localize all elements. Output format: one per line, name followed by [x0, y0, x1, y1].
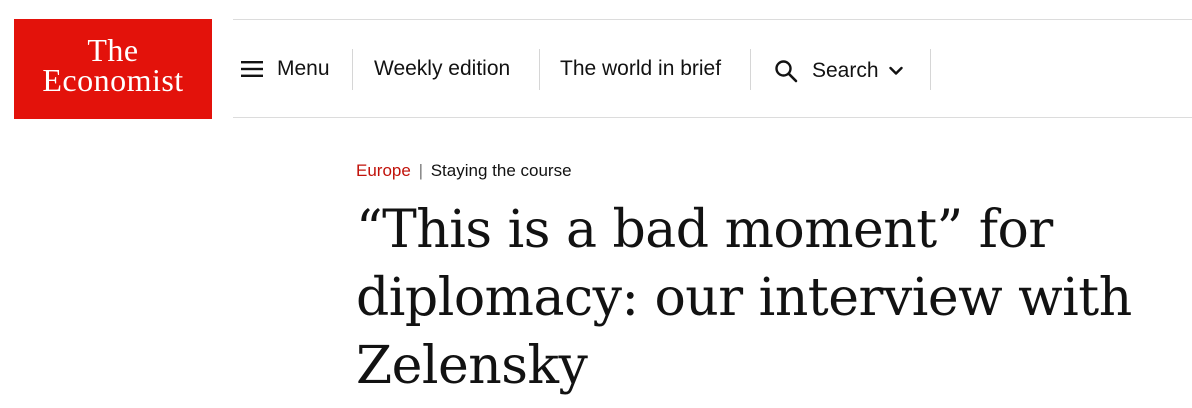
- chevron-down-icon: [888, 66, 903, 75]
- world-in-brief-label: The world in brief: [560, 57, 722, 80]
- weekly-edition-label: Weekly edition: [374, 57, 511, 80]
- logo-line-economist: Economist: [42, 62, 184, 98]
- top-navigation: Menu Weekly edition The world in brief S…: [233, 19, 1192, 118]
- nav-divider: [539, 49, 540, 90]
- weekly-edition-link[interactable]: Weekly edition: [374, 49, 510, 89]
- logo-line-the: The: [87, 32, 139, 68]
- article-rubric: Staying the course: [430, 161, 572, 180]
- search-button[interactable]: Search: [774, 51, 903, 91]
- search-icon: [775, 60, 798, 83]
- menu-button[interactable]: Menu: [241, 49, 330, 89]
- menu-label: Menu: [277, 57, 330, 80]
- nav-divider: [750, 49, 751, 90]
- section-separator: |: [418, 161, 423, 180]
- hamburger-icon: [241, 61, 263, 77]
- nav-divider: [930, 49, 931, 90]
- economist-logo[interactable]: The Economist: [14, 19, 212, 119]
- nav-divider: [352, 49, 353, 90]
- article-section-line: Europe | Staying the course: [356, 161, 572, 181]
- section-link-europe[interactable]: Europe: [356, 161, 411, 180]
- search-label: Search: [812, 59, 879, 82]
- world-in-brief-link[interactable]: The world in brief: [560, 49, 721, 89]
- article-headline: “This is a bad moment” for diplomacy: ou…: [356, 200, 1132, 396]
